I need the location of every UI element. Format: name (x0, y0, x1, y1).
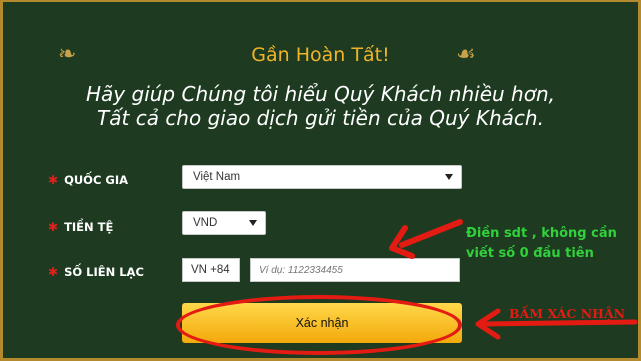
arrow-to-phone-icon (389, 219, 463, 259)
annotation-arrows (389, 219, 638, 340)
arrow-to-button-icon (475, 308, 638, 340)
